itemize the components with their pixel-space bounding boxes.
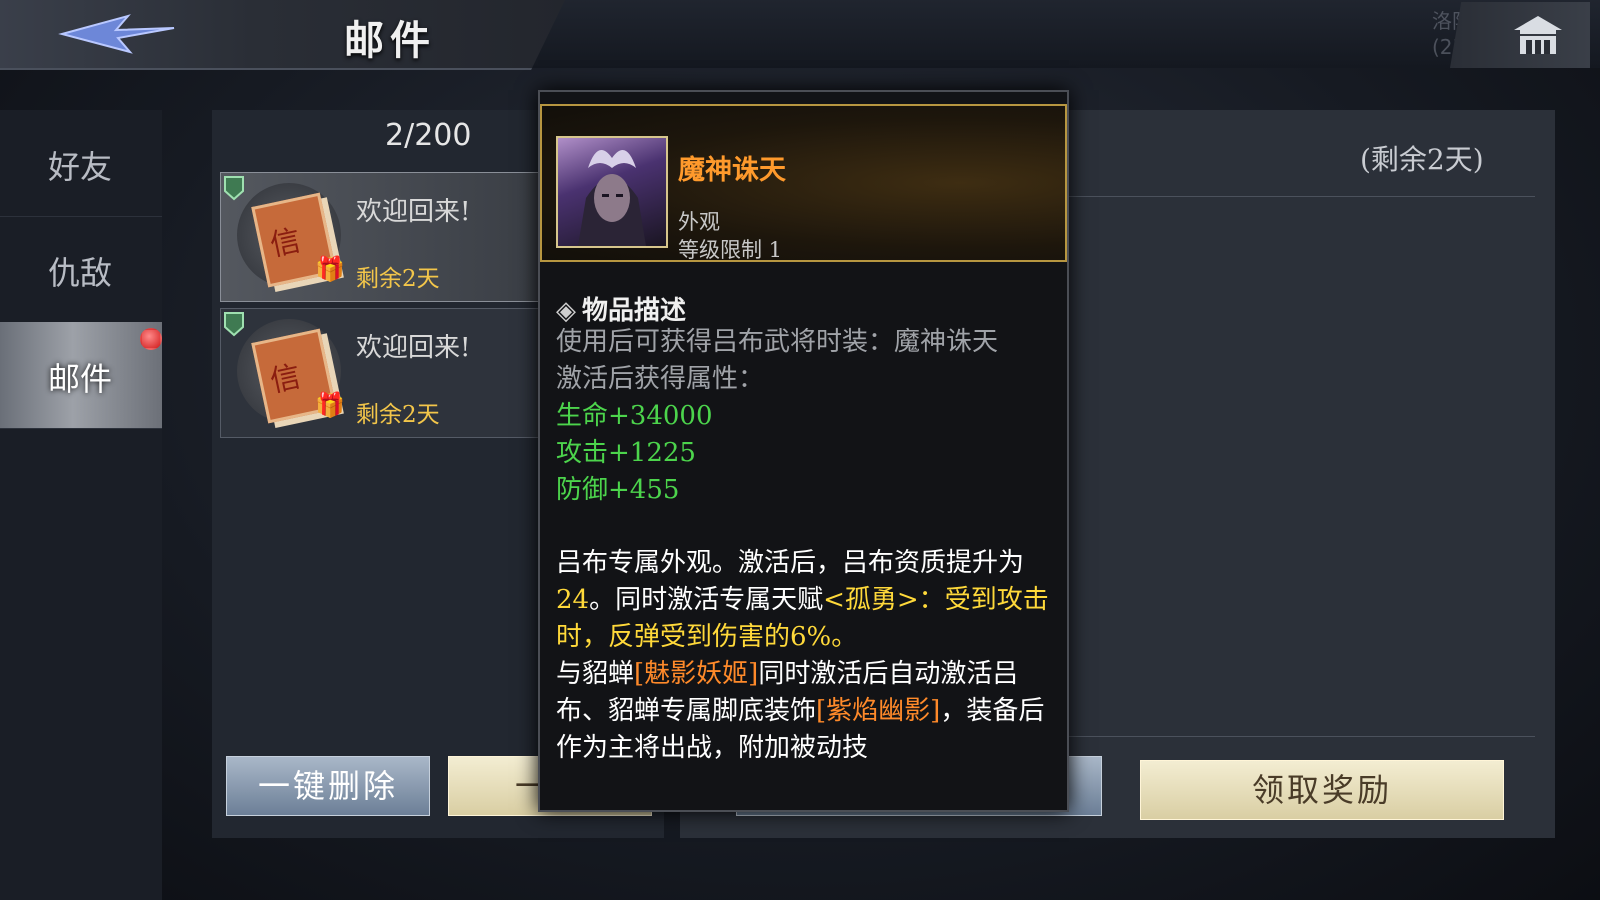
text-span: 吕布专属外观。激活后，吕布资质提升为 xyxy=(556,548,1025,578)
mail-count: 2/200 xyxy=(385,118,472,153)
item-name: 魔神诛天 xyxy=(678,155,786,186)
talent-name: <孤勇>： xyxy=(823,585,945,615)
shield-icon xyxy=(224,176,244,201)
gift-icon: 🎁 xyxy=(315,255,345,283)
item-portrait xyxy=(556,136,668,248)
description-text: 激活后获得属性： xyxy=(556,364,765,394)
nav-item-label: 好友 xyxy=(48,148,113,186)
shortcut-icon[interactable] xyxy=(1080,34,1150,90)
top-shortcut-icons xyxy=(880,34,1350,90)
description-heading-text: 物品描述 xyxy=(582,296,687,326)
item-level-limit: 等级限制 1 xyxy=(678,238,783,262)
linked-item-name: [魅影妖姬] xyxy=(634,659,759,689)
nav-item-friends[interactable]: 好友 xyxy=(0,110,162,217)
description-paragraph: 与貂蝉[魅影妖姬]同时激活后自动激活吕布、貂蝉专属脚底装饰[紫焰幽影]，装备后作… xyxy=(556,656,1051,767)
delete-all-button[interactable]: 一键删除 xyxy=(226,756,430,816)
nav-item-mail[interactable]: 邮件 xyxy=(0,322,162,429)
shortcut-icon[interactable] xyxy=(980,34,1050,90)
description-text: 使用后可获得吕布武将时装：魔神诛天 xyxy=(556,327,999,357)
linked-item-name: [紫焰幽影] xyxy=(816,696,941,726)
mail-title: 欢迎回来! xyxy=(356,197,471,227)
description-heading: ◈ 物品描述 xyxy=(556,290,686,327)
stat-hp: 生命+34000 xyxy=(556,401,713,431)
gift-icon: 🎁 xyxy=(315,391,345,419)
house-icon xyxy=(1514,16,1562,54)
page-title: 邮件 xyxy=(344,17,436,64)
divider xyxy=(1060,196,1535,197)
mail-list-item[interactable]: 信 🎁 欢迎回来! 剩余2天 xyxy=(220,172,542,302)
nav-item-label: 仇敌 xyxy=(48,254,113,292)
stat-attack: 攻击+1225 xyxy=(556,438,696,468)
text-span: 。同时激活专属天赋 xyxy=(589,585,824,615)
claim-reward-button[interactable]: 领取奖励 xyxy=(1140,760,1504,820)
diamond-icon: ◈ xyxy=(556,296,576,326)
stat-defense: 防御+455 xyxy=(556,475,680,505)
shortcut-icon[interactable] xyxy=(1280,34,1350,90)
back-button[interactable] xyxy=(58,12,178,56)
notification-dot xyxy=(140,328,162,350)
mail-remaining: 剩余2天 xyxy=(356,266,440,292)
mail-title: 欢迎回来! xyxy=(356,333,471,363)
highlight-number: 24 xyxy=(556,585,590,615)
nav-item-label: 邮件 xyxy=(48,360,113,398)
description-paragraph: 吕布专属外观。激活后，吕布资质提升为24。同时激活专属天赋<孤勇>：受到攻击时，… xyxy=(556,545,1051,656)
divider xyxy=(1060,736,1535,737)
tooltip-header: 魔神诛天 外观 等级限制 1 xyxy=(540,104,1067,262)
shortcut-icon[interactable] xyxy=(1180,34,1250,90)
shortcut-icon[interactable] xyxy=(880,34,950,90)
nav-item-enemies[interactable]: 仇敌 xyxy=(0,216,162,323)
character-portrait-icon xyxy=(578,150,646,246)
shield-icon xyxy=(224,312,244,337)
text-span: 与貂蝉 xyxy=(556,659,635,689)
back-arrow-icon xyxy=(58,14,175,54)
description-body: 使用后可获得吕布武将时装：魔神诛天 激活后获得属性： 生命+34000 攻击+1… xyxy=(556,324,1051,767)
home-button[interactable] xyxy=(1450,2,1590,68)
item-tooltip: 魔神诛天 外观 等级限制 1 ◈ 物品描述 使用后可获得吕布武将时装：魔神诛天 激… xyxy=(538,90,1069,812)
mail-list-item[interactable]: 信 🎁 欢迎回来! 剩余2天 xyxy=(220,308,542,438)
detail-remaining: (剩余2天) xyxy=(1360,143,1484,176)
item-type: 外观 xyxy=(678,210,720,234)
left-nav: 好友 仇敌 邮件 xyxy=(0,110,162,900)
mail-remaining: 剩余2天 xyxy=(356,402,440,428)
